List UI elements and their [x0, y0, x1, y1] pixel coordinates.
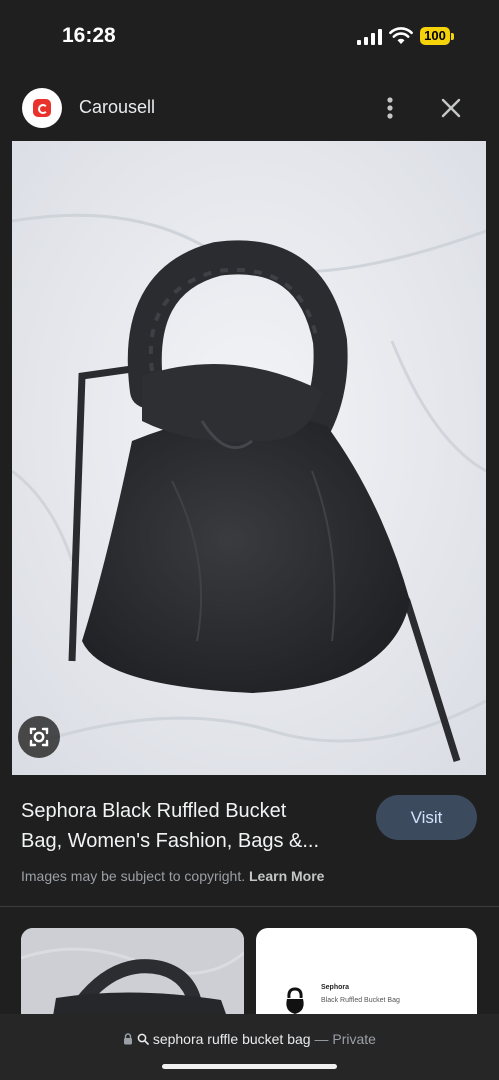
copyright-text: Images may be subject to copyright.	[21, 868, 246, 884]
divider	[0, 906, 499, 907]
private-mode-label: Private	[332, 1031, 376, 1047]
status-bar: 16:28 100	[0, 0, 499, 72]
related-brand: Sephora	[321, 984, 350, 991]
copyright-notice: Images may be subject to copyright. Lear…	[21, 868, 324, 884]
more-vert-icon[interactable]	[376, 92, 404, 124]
learn-more-link[interactable]: Learn More	[249, 868, 324, 884]
product-image[interactable]	[12, 141, 486, 775]
search-query: sephora ruffle bucket bag	[152, 1031, 311, 1047]
home-indicator[interactable]	[162, 1064, 337, 1069]
related-image-1	[21, 928, 244, 1028]
signal-icon	[357, 29, 382, 45]
address-bar-text: sephora ruffle bucket bag — Private	[0, 1031, 499, 1047]
address-bar[interactable]: sephora ruffle bucket bag — Private	[0, 1014, 499, 1080]
carousell-logo[interactable]	[22, 88, 62, 128]
lens-icon	[29, 727, 49, 747]
bucket-bag-photo	[12, 141, 486, 775]
related-result-2[interactable]: Sephora Black Ruffled Bucket Bag	[256, 928, 477, 1028]
close-icon[interactable]	[436, 92, 466, 124]
source-header: Carousell	[0, 78, 499, 138]
status-time: 16:28	[62, 24, 116, 47]
separator: —	[314, 1031, 329, 1047]
site-name[interactable]: Carousell	[79, 97, 155, 118]
wifi-icon	[389, 27, 413, 44]
related-result-1[interactable]	[21, 928, 244, 1028]
result-title-line2: Bag, Women's Fashion, Bags &...	[21, 830, 320, 852]
battery-icon: 100	[420, 27, 454, 47]
lock-icon	[124, 1033, 133, 1045]
search-icon	[137, 1033, 149, 1045]
related-product-name: Black Ruffled Bucket Bag	[321, 997, 400, 1004]
related-bag-thumb	[286, 987, 304, 1014]
lens-search-button[interactable]	[18, 716, 60, 758]
visit-button[interactable]: Visit	[376, 795, 477, 840]
result-title-line1: Sephora Black Ruffled Bucket	[21, 800, 287, 822]
battery-level: 100	[420, 27, 450, 45]
result-title[interactable]: Sephora Black Ruffled Bucket Bag, Women'…	[21, 796, 366, 856]
